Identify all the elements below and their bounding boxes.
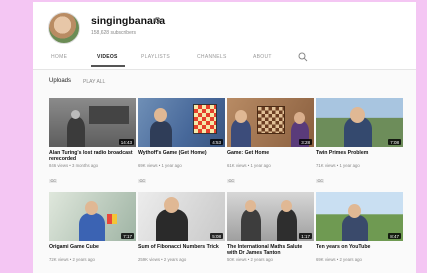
channel-avatar[interactable] <box>48 12 80 44</box>
video-meta: 50K views • 2 years ago <box>227 257 273 262</box>
video-card[interactable]: 5:08 Sum of Fibonacci Numbers Trick 259K… <box>138 192 225 273</box>
presenter-head <box>85 201 98 215</box>
presenter-head <box>164 197 179 213</box>
video-duration: 1:17 <box>299 233 312 239</box>
video-thumbnail[interactable]: 7:08 <box>316 98 403 147</box>
tab-home[interactable]: HOME <box>51 54 67 60</box>
video-title[interactable]: Alan Turing's lost radio broadcast rerec… <box>49 150 136 163</box>
section-title: Uploads <box>49 78 72 84</box>
presenter-figure <box>79 213 105 241</box>
game-board <box>193 104 217 134</box>
video-thumbnail[interactable]: 5:08 <box>138 192 225 241</box>
video-meta: 71K views • 1 year ago <box>316 163 360 168</box>
search-icon[interactable] <box>298 52 308 62</box>
video-duration: 7:08 <box>388 139 401 145</box>
video-thumbnail[interactable]: 8:47 <box>316 192 403 241</box>
video-title[interactable]: Origami Game Cube <box>49 244 136 257</box>
video-meta: 61K views • 1 year ago <box>227 163 271 168</box>
video-title[interactable]: The International Maths Salute with Dr J… <box>227 244 314 257</box>
presenter-figure <box>342 215 368 241</box>
active-tab-indicator <box>91 65 125 67</box>
guest-head <box>281 200 292 212</box>
video-card[interactable]: 8:47 Ten years on YouTube 69K views • 2 … <box>316 192 403 273</box>
cc-badge: CC <box>49 178 58 183</box>
videos-section: Uploads PLAY ALL 14:43 Alan Turing's los… <box>33 70 416 273</box>
tab-channels[interactable]: CHANNELS <box>197 54 227 60</box>
cc-badge: CC <box>227 178 236 183</box>
presenter-figure <box>156 209 188 241</box>
channel-tabs: HOME VIDEOS PLAYLISTS CHANNELS ABOUT <box>33 49 416 67</box>
video-duration: 4:53 <box>210 139 223 145</box>
video-duration: 7:17 <box>121 233 134 239</box>
video-meta: 69K views • 2 years ago <box>316 257 362 262</box>
video-title[interactable]: Twin Primes Problem <box>316 150 403 163</box>
tab-about[interactable]: ABOUT <box>253 54 272 60</box>
presenter-head <box>154 108 167 122</box>
video-card[interactable]: 14:43 Alan Turing's lost radio broadcast… <box>49 98 136 187</box>
presenter-head <box>71 110 80 119</box>
video-meta: 259K views • 2 years ago <box>138 257 187 262</box>
tab-videos[interactable]: VIDEOS <box>97 54 118 60</box>
video-thumbnail[interactable]: 3:28 <box>227 98 314 147</box>
guest-head <box>294 112 305 124</box>
video-meta: 846 views • 3 months ago <box>49 163 99 168</box>
presenter-figure <box>241 209 261 241</box>
presenter-figure <box>231 119 251 147</box>
guest-figure <box>277 209 297 241</box>
video-title[interactable]: Ten years on YouTube <box>316 244 403 257</box>
tab-playlists[interactable]: PLAYLISTS <box>141 54 170 60</box>
subscriber-count: 158,628 subscribers <box>91 30 137 36</box>
presenter-figure <box>67 117 85 147</box>
video-card[interactable]: 4:53 Wythoff's Game (Get Home) 69K views… <box>138 98 225 187</box>
origami-cube <box>107 214 117 224</box>
play-all-button[interactable]: PLAY ALL <box>83 79 105 85</box>
video-thumbnail[interactable]: 4:53 <box>138 98 225 147</box>
video-card[interactable]: 7:08 Twin Primes Problem 71K views • 1 y… <box>316 98 403 187</box>
presenter-head <box>235 110 247 123</box>
video-title[interactable]: Game: Get Home <box>227 150 314 163</box>
video-title[interactable]: Sum of Fibonacci Numbers Trick <box>138 244 225 257</box>
video-card[interactable]: 1:17 The International Maths Salute with… <box>227 192 314 273</box>
video-duration: 8:47 <box>388 233 401 239</box>
video-meta: 69K views • 1 year ago <box>138 163 182 168</box>
radio-equipment <box>89 106 129 124</box>
chess-board <box>257 106 285 134</box>
video-meta: 72K views • 2 years ago <box>49 257 95 262</box>
cc-badge: CC <box>316 178 325 183</box>
video-title[interactable]: Wythoff's Game (Get Home) <box>138 150 225 163</box>
presenter-head <box>348 204 361 218</box>
video-thumbnail[interactable]: 1:17 <box>227 192 314 241</box>
channel-page: singingbanana ✪ 158,628 subscribers HOME… <box>33 2 416 273</box>
video-duration: 5:08 <box>210 233 223 239</box>
verified-icon: ✪ <box>154 16 161 25</box>
video-thumbnail[interactable]: 7:17 <box>49 192 136 241</box>
video-thumbnail[interactable]: 14:43 <box>49 98 136 147</box>
presenter-head <box>245 200 256 212</box>
cc-badge: CC <box>138 178 147 183</box>
channel-header: singingbanana ✪ 158,628 subscribers HOME… <box>33 2 416 70</box>
video-duration: 3:28 <box>299 139 312 145</box>
video-card[interactable]: 7:17 Origami Game Cube 72K views • 2 yea… <box>49 192 136 273</box>
video-duration: 14:43 <box>118 139 134 145</box>
presenter-head <box>350 107 365 123</box>
video-card[interactable]: 3:28 Game: Get Home 61K views • 1 year a… <box>227 98 314 187</box>
presenter-figure <box>150 121 172 147</box>
